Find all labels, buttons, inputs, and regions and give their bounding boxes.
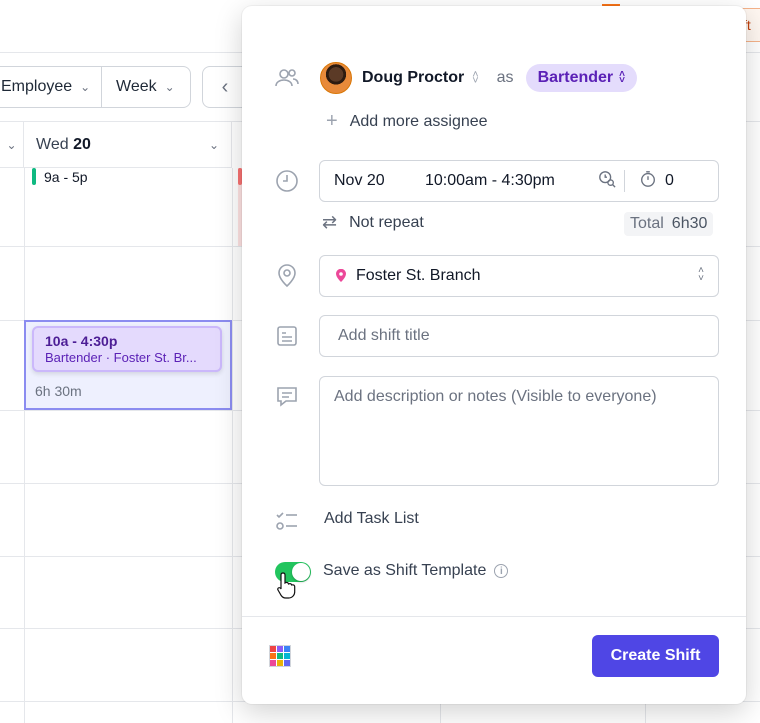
assignee-select[interactable]: Doug Proctor [362,69,464,87]
day-name: Wed [36,135,69,153]
updown-chevron-icon: ˄ ˅ [698,265,704,284]
shift-block[interactable]: 9a - 5p [32,168,88,185]
info-icon[interactable]: i [494,564,509,578]
week-view-select[interactable]: Week ⌄ [101,66,191,108]
chevron-down-icon: ⌄ [208,137,219,152]
employee-view-select[interactable]: Employee ⌄ [0,66,102,108]
shift-editor-panel: Doug Proctor ˄ ˅ as Bartender ˄ ˅ + Add mo… [242,6,746,704]
add-task-list-button[interactable]: Add Task List [324,510,419,528]
shift-card-duration: 6h 30m [35,383,82,399]
create-shift-button[interactable]: Create Shift [592,635,719,677]
shift-time: 9a - 5p [44,168,88,185]
shift-title-icon [274,323,300,349]
repeat-label: Not repeat [349,213,424,231]
add-more-assignee-button[interactable]: + Add more assignee [326,110,488,133]
chevron-down-icon: ⌄ [164,80,175,94]
week-select-label: Week [116,78,157,95]
location-select[interactable]: Foster St. Branch ˄ ˅ [319,255,719,297]
shift-date[interactable]: Nov 20 [334,172,404,190]
role-select[interactable]: Bartender ˄ ˅ [525,64,637,92]
footer-divider [242,616,746,617]
employee-select-label: Employee [1,78,73,95]
day-label: Wed 20 [36,136,91,154]
grid-column-line [232,168,233,723]
total-label: Total [630,215,664,232]
avatar [320,62,352,94]
chevron-down-icon: ⌄ [80,80,91,94]
chevron-down-icon: ⌄ [6,137,17,152]
day-header-prev: ⌄ [0,122,24,168]
shift-title-input[interactable] [319,315,719,357]
updown-chevron-icon[interactable]: ˄ ˅ [472,70,478,87]
shift-card-detail: Bartender · Foster St. Br... [45,350,197,365]
save-template-row: Save as Shift Template i [323,562,509,580]
clock-icon [274,168,300,194]
shift-color-bar [32,168,36,185]
as-label: as [496,69,514,86]
chevron-left-icon: ‹ [221,75,229,98]
repeat-select[interactable]: ⇄ Not repeat [322,212,424,233]
add-more-assignee-label: Add more assignee [349,112,488,130]
shift-card-time: 10a - 4:30p [45,333,118,349]
plus-icon: + [326,110,338,132]
updown-chevron-icon: ˄ ˅ [619,69,625,86]
repeat-icon: ⇄ [322,212,338,232]
shift-time-field[interactable]: Nov 20 10:00am - 4:30pm 0 [319,160,719,202]
break-minutes[interactable]: 0 [665,172,674,190]
hand-cursor-icon [277,572,296,599]
day-header-wed[interactable]: Wed 20 ⌄ [24,122,232,168]
description-input[interactable] [319,376,719,486]
location-pin-icon [336,269,346,282]
shift-time-range[interactable]: 10:00am - 4:30pm [425,172,585,190]
task-list-icon [274,508,300,534]
location-label: Foster St. Branch [356,267,481,284]
grid-column-line [24,168,25,723]
search-clock-icon[interactable] [598,170,618,193]
comment-icon [274,384,300,410]
role-label: Bartender [537,69,614,86]
save-template-label: Save as Shift Template [323,562,487,579]
location-pin-icon [274,262,300,288]
new-shift-card[interactable]: 10a - 4:30p Bartender · Foster St. Br... [32,326,222,372]
people-icon [274,65,300,91]
assignee-row: Doug Proctor ˄ ˅ as Bartender ˄ ˅ [320,62,637,94]
timer-icon [639,170,657,193]
divider [624,170,625,192]
total-value: 6h30 [671,215,708,232]
total-duration: Total 6h30 [624,212,714,236]
day-number: 20 [73,135,91,153]
color-grid-icon[interactable] [269,645,291,667]
